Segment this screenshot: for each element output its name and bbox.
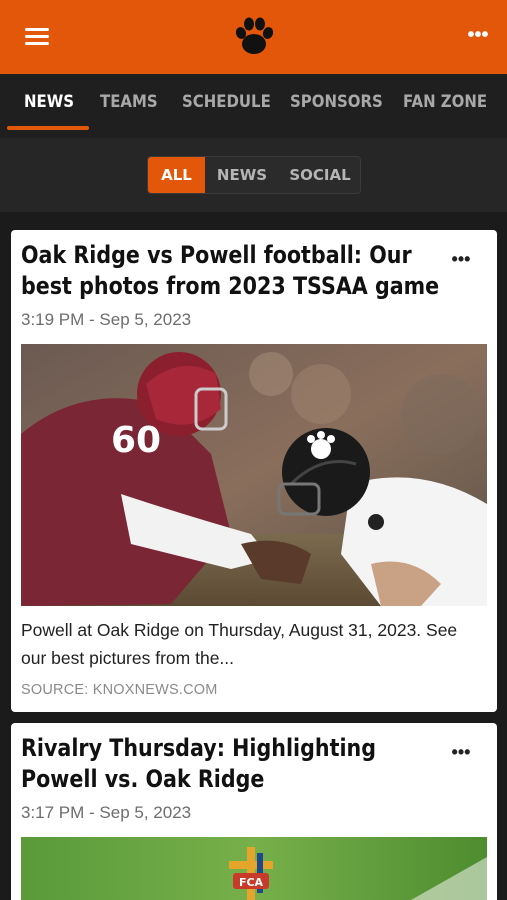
app-header: ••• (0, 0, 507, 74)
article-image[interactable]: FCA (21, 837, 487, 900)
article-description: Powell at Oak Ridge on Thursday, August … (21, 620, 458, 668)
fca-logo-photo: FCA (21, 837, 487, 900)
tab-fan-zone[interactable]: FAN ZONE (403, 92, 487, 112)
tab-schedule[interactable]: SCHEDULE (182, 92, 271, 112)
active-tab-indicator (7, 126, 89, 130)
main-tab-bar: NEWS TEAMS SCHEDULE SPONSORS FAN ZONE (0, 74, 507, 138)
article-image[interactable]: 60 (21, 344, 487, 606)
paw-logo-icon (235, 17, 274, 54)
tab-sponsors[interactable]: SPONSORS (290, 92, 383, 112)
article-timestamp: 3:19 PM - Sep 5, 2023 (21, 310, 192, 329)
svg-text:FCA: FCA (239, 876, 264, 889)
news-feed[interactable]: Oak Ridge vs Powell football: Our best p… (0, 212, 507, 900)
tab-teams[interactable]: TEAMS (100, 92, 158, 112)
filter-social-button[interactable]: SOCIAL (279, 157, 360, 193)
filter-bar: ALL NEWS SOCIAL (0, 138, 507, 212)
article-title[interactable]: Rivalry Thursday: Highlighting Powell vs… (21, 733, 441, 795)
football-photo: 60 (21, 344, 487, 606)
article-more-icon[interactable]: ••• (451, 250, 471, 268)
filter-segmented-control: ALL NEWS SOCIAL (147, 156, 361, 194)
article-title[interactable]: Oak Ridge vs Powell football: Our best p… (21, 240, 441, 302)
more-dots-icon[interactable]: ••• (467, 24, 489, 46)
article-more-icon[interactable]: ••• (451, 743, 471, 761)
article-card[interactable]: Oak Ridge vs Powell football: Our best p… (11, 230, 497, 712)
article-source[interactable]: SOURCE: KNOXNEWS.COM (21, 682, 218, 698)
svg-text:60: 60 (111, 420, 161, 461)
hamburger-icon[interactable] (25, 28, 51, 48)
article-timestamp: 3:17 PM - Sep 5, 2023 (21, 803, 192, 822)
tab-news[interactable]: NEWS (24, 92, 74, 112)
filter-news-button[interactable]: NEWS (205, 157, 279, 193)
filter-all-button[interactable]: ALL (148, 157, 205, 193)
article-card[interactable]: Rivalry Thursday: Highlighting Powell vs… (11, 723, 497, 900)
